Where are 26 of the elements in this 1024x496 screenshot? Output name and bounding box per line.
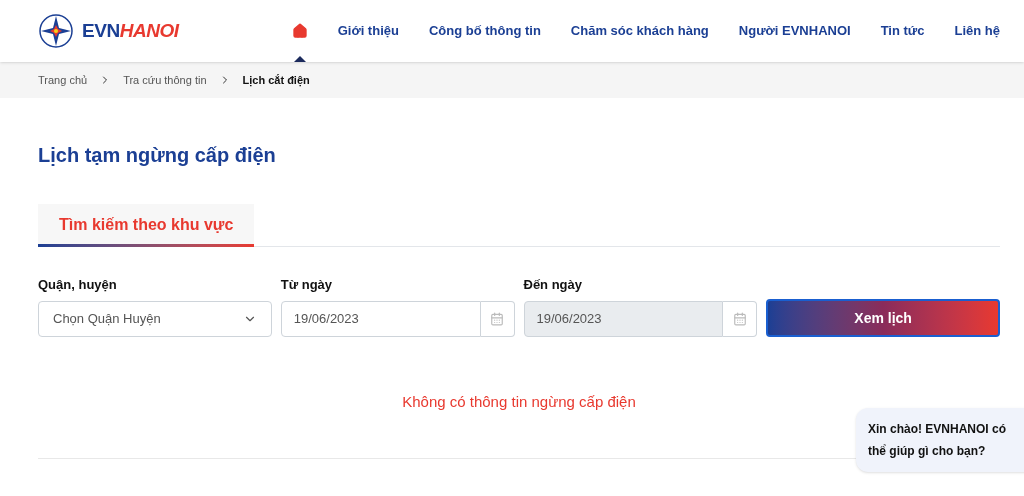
nav-link[interactable]: Chăm sóc khách hàng bbox=[570, 21, 709, 41]
logo-icon bbox=[38, 13, 74, 49]
page-title: Lịch tạm ngừng cấp điện bbox=[38, 143, 277, 168]
home-icon[interactable] bbox=[291, 23, 308, 39]
nav-link[interactable]: Giới thiệu bbox=[337, 21, 399, 41]
nav-link[interactable]: Tin tức bbox=[880, 21, 925, 41]
nav-link[interactable]: Công bố thông tin bbox=[428, 21, 541, 41]
nav-link[interactable]: Người EVNHANOI bbox=[738, 21, 851, 41]
empty-message: Không có thông tin ngừng cấp điện bbox=[401, 392, 637, 412]
view-schedule-button[interactable]: Xem lịch bbox=[766, 299, 1000, 337]
logo-text[interactable]: EVNHANOI bbox=[82, 16, 179, 46]
breadcrumb-link[interactable]: Trang chủ bbox=[38, 71, 88, 89]
chat-bubble[interactable]: Xin chào! EVNHANOI có thể giúp gì cho bạn? bbox=[856, 408, 1024, 472]
calendar-icon bbox=[490, 312, 504, 326]
field-label: Đến ngày bbox=[523, 276, 583, 293]
date-field[interactable]: 19/06/2023 bbox=[280, 301, 481, 337]
district-select[interactable]: Chọn Quận Huyện bbox=[38, 301, 272, 337]
field-label: Từ ngày bbox=[280, 276, 334, 293]
calendar-icon bbox=[732, 312, 747, 326]
breadcrumb-link[interactable]: Lịch cắt điện bbox=[242, 71, 310, 89]
breadcrumb-link[interactable]: Tra cứu thông tin bbox=[123, 71, 207, 89]
calendar-button[interactable] bbox=[723, 301, 758, 337]
field-label: Quận, huyện bbox=[38, 276, 118, 293]
nav-link[interactable]: Liên hệ bbox=[954, 21, 1000, 41]
tab[interactable]: Tìm kiếm theo khu vực bbox=[38, 204, 255, 246]
calendar-button[interactable] bbox=[480, 301, 515, 337]
